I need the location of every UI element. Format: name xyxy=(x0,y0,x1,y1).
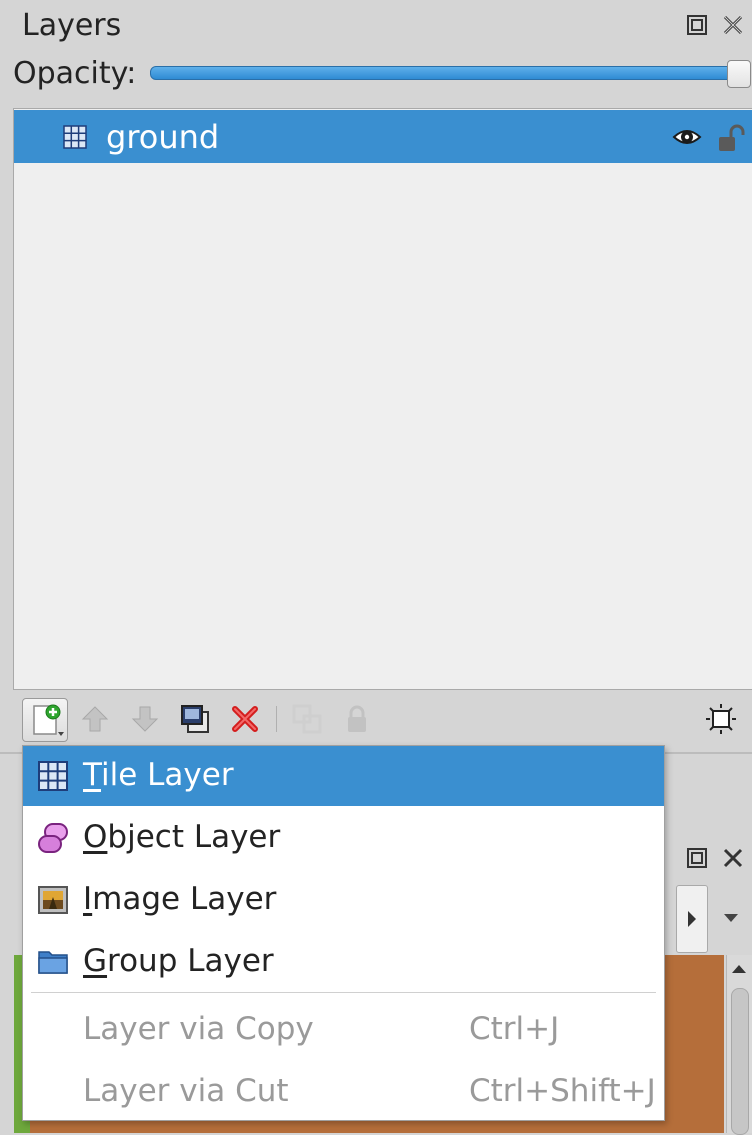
lock-layer-button[interactable] xyxy=(340,702,374,736)
menu-mnemonic: G xyxy=(83,943,108,979)
menu-label: roup Layer xyxy=(107,943,274,979)
menu-item-layer-via-copy: Layer via Copy Ctrl+J xyxy=(23,1000,664,1060)
close-icon-lower[interactable] xyxy=(722,847,744,869)
menu-item-layer-via-cut: Layer via Cut Ctrl+Shift+J xyxy=(23,1062,664,1122)
menu-mnemonic: O xyxy=(83,819,108,855)
vertical-scrollbar-thumb[interactable] xyxy=(731,988,749,1135)
opacity-slider-handle[interactable] xyxy=(727,60,751,88)
layer-name: ground xyxy=(106,118,220,156)
tile-layer-icon xyxy=(63,125,87,149)
eye-icon[interactable] xyxy=(672,124,702,150)
tab-scroll-right-button[interactable] xyxy=(676,885,708,953)
float-window-icon-lower[interactable] xyxy=(686,847,708,869)
new-layer-menu: Tile Layer Object Layer Image Layer Grou… xyxy=(22,745,665,1121)
merge-layer-button[interactable] xyxy=(290,702,324,736)
menu-label: Layer via Cut xyxy=(83,1073,289,1109)
new-layer-button[interactable] xyxy=(22,698,68,742)
menu-item-image-layer[interactable]: Image Layer xyxy=(23,870,664,930)
toolbar-separator xyxy=(276,706,277,732)
menu-shortcut: Ctrl+Shift+J xyxy=(469,1073,656,1109)
close-icon[interactable] xyxy=(722,14,744,36)
remove-layer-button[interactable] xyxy=(228,702,262,736)
menu-item-group-layer[interactable]: Group Layer xyxy=(23,932,664,992)
menu-separator xyxy=(31,992,656,993)
tile-layer-icon xyxy=(37,760,69,792)
menu-mnemonic: I xyxy=(83,881,93,917)
duplicate-layer-button[interactable] xyxy=(178,702,212,736)
group-layer-icon xyxy=(37,946,69,978)
lower-layer-button[interactable] xyxy=(128,702,162,736)
raise-layer-button[interactable] xyxy=(78,702,112,736)
panel-title: Layers xyxy=(22,8,122,43)
menu-label: mage Layer xyxy=(92,881,277,917)
menu-label: Layer via Copy xyxy=(83,1011,314,1047)
menu-item-tile-layer[interactable]: Tile Layer xyxy=(23,746,664,806)
object-layer-icon xyxy=(37,822,69,854)
menu-item-object-layer[interactable]: Object Layer xyxy=(23,808,664,868)
image-layer-icon xyxy=(37,884,69,916)
float-window-icon[interactable] xyxy=(686,14,708,36)
menu-label: ile Layer xyxy=(100,757,234,793)
unlocked-icon[interactable] xyxy=(716,124,746,154)
opacity-label: Opacity: xyxy=(13,56,137,91)
highlight-layer-button[interactable] xyxy=(704,702,738,736)
scroll-up-icon[interactable] xyxy=(729,960,749,978)
opacity-slider[interactable] xyxy=(150,66,740,80)
layer-list[interactable] xyxy=(13,108,752,690)
menu-label: bject Layer xyxy=(107,819,281,855)
chevron-down-icon[interactable] xyxy=(720,908,742,928)
menu-shortcut: Ctrl+J xyxy=(469,1011,560,1047)
menu-mnemonic: T xyxy=(83,757,101,793)
